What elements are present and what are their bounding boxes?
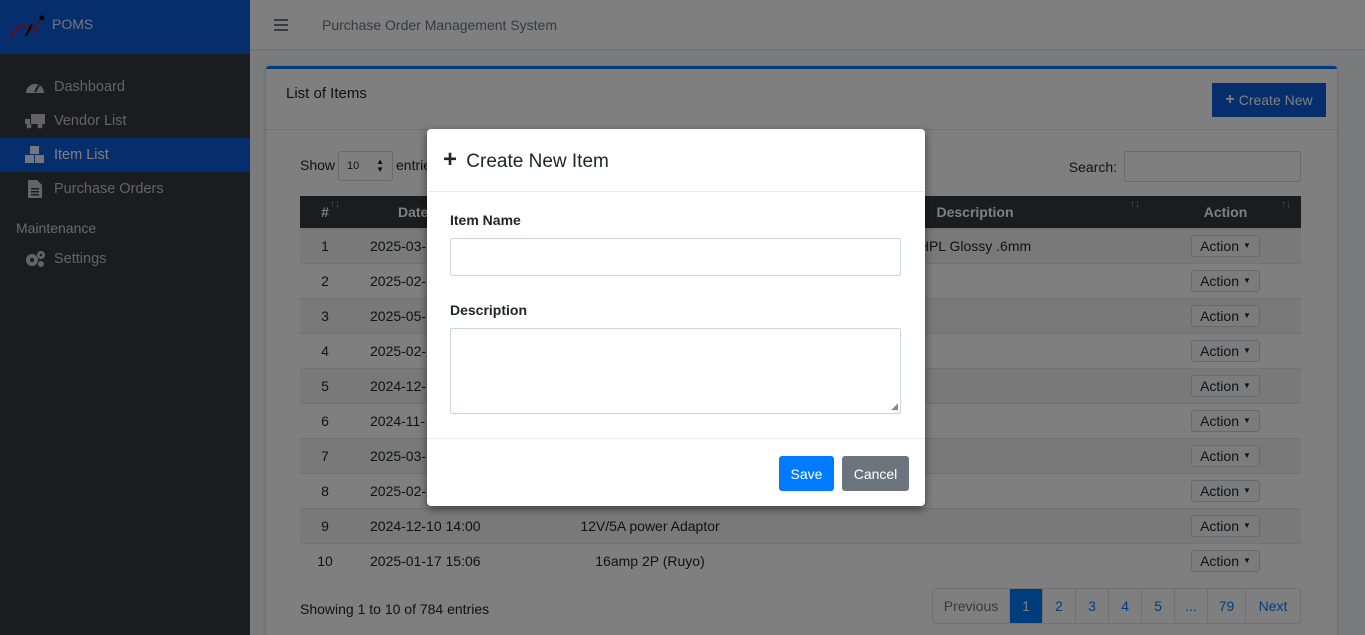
modal-header: + Create New Item [427, 129, 925, 192]
description-label: Description [450, 302, 528, 318]
description-textarea[interactable]: ◢ [450, 328, 901, 414]
cancel-button[interactable]: Cancel [842, 456, 909, 491]
modal-title: + Create New Item [443, 146, 609, 174]
create-item-modal: + Create New Item Item Name Description … [427, 129, 925, 506]
item-name-input[interactable] [450, 238, 901, 276]
modal-footer: Save Cancel [427, 438, 925, 506]
modal-title-text: Create New Item [466, 151, 609, 172]
plus-icon: + [443, 146, 458, 173]
modal-body: Item Name Description ◢ [427, 192, 925, 414]
save-button[interactable]: Save [779, 456, 834, 491]
resize-grip-icon[interactable]: ◢ [891, 401, 898, 412]
item-name-label: Item Name [450, 212, 521, 228]
